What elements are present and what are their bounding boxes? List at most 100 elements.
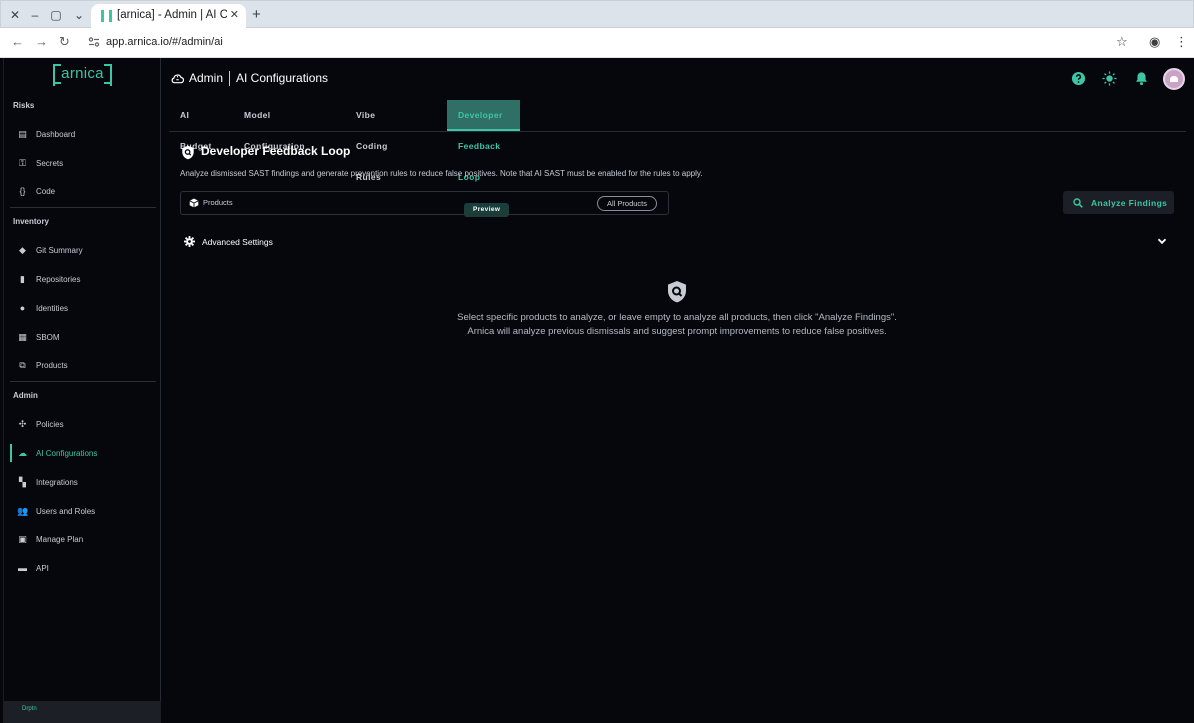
sidebar-item-users-and-roles[interactable]: 👥 Users and Roles: [13, 502, 153, 520]
integrations-icon: ▚: [19, 476, 26, 487]
sidebar-item-label: Git Summary: [36, 245, 83, 255]
site-settings-icon[interactable]: [88, 36, 100, 48]
sidebar-item-repositories[interactable]: ▮ Repositories: [13, 270, 153, 288]
tab-list-icon[interactable]: ⌄: [71, 7, 87, 23]
empty-state-message: Select specific products to analyze, or …: [381, 311, 973, 339]
sidebar-item-ai-configurations[interactable]: ☁ AI Configurations: [10, 444, 150, 462]
title-separator: [229, 71, 230, 86]
sidebar-item-products[interactable]: ⧉ Products: [13, 356, 153, 374]
search-icon: [1073, 197, 1083, 208]
page-title: Admin: [189, 71, 224, 85]
products-icon: ⧉: [19, 359, 26, 370]
sidebar-item-label: SBOM: [36, 332, 60, 342]
sidebar-footer: Drptn: [4, 701, 162, 723]
sidebar-item-code[interactable]: {} Code: [13, 182, 153, 200]
code-icon: {}: [19, 185, 26, 196]
new-tab-icon[interactable]: +: [252, 6, 261, 23]
all-products-chip[interactable]: All Products: [597, 196, 657, 211]
sidebar-item-secrets[interactable]: ⚿ Secrets: [13, 154, 153, 172]
maximize-window-icon[interactable]: ▢: [48, 7, 64, 23]
sidebar-item-manage-plan[interactable]: ▣ Manage Plan: [13, 530, 153, 548]
sidebar-divider: [10, 381, 156, 382]
browser-tab[interactable]: [arnica] - Admin | AI C ✕: [91, 4, 246, 29]
theme-sun-icon[interactable]: [1102, 71, 1117, 86]
sidebar-divider: [10, 207, 156, 208]
git-icon: ◆: [19, 244, 26, 255]
sidebar-item-git-summary[interactable]: ◆ Git Summary: [13, 241, 153, 259]
close-window-icon[interactable]: ✕: [7, 7, 23, 23]
sidebar-section-risks: Risks: [13, 101, 35, 110]
chevron-down-icon[interactable]: [1156, 235, 1168, 247]
empty-state-line-1: Select specific products to analyze, or …: [457, 312, 897, 323]
sidebar-item-label: Identities: [36, 303, 69, 313]
secrets-icon: ⚿: [19, 157, 26, 168]
browser-titlebar: ✕ – ▢ ⌄ [arnica] - Admin | AI C ✕ +: [0, 0, 1194, 29]
sidebar-section-admin: Admin: [13, 391, 38, 400]
sidebar-footer-label[interactable]: Drptn: [22, 706, 37, 712]
sidebar-item-label: Products: [36, 360, 68, 370]
sidebar-item-api[interactable]: ▬ API: [13, 559, 153, 577]
back-icon[interactable]: ←: [11, 34, 24, 49]
user-avatar[interactable]: [1163, 68, 1185, 90]
profile-icon[interactable]: ◉: [1149, 34, 1160, 50]
sidebar-item-label: Manage Plan: [36, 534, 84, 544]
tab-vibe-coding-rules[interactable]: Vibe Coding Rules: [345, 100, 399, 182]
main-content: Admin AI Configurations AI Budget Model …: [161, 58, 1194, 723]
sidebar-item-dashboard[interactable]: ▤ Dashboard: [13, 125, 153, 143]
arnica-favicon-icon: [101, 10, 112, 22]
browser-tab-title: [arnica] - Admin | AI C: [117, 9, 227, 21]
sidebar-item-label: AI Configurations: [36, 448, 98, 458]
sbom-icon: ▦: [18, 331, 27, 342]
analyze-findings-label: Analyze Findings: [1091, 197, 1168, 208]
gear-icon: [184, 236, 195, 247]
section-title: Developer Feedback Loop: [201, 144, 351, 158]
browser-menu-icon[interactable]: ⋮: [1175, 34, 1188, 50]
users-icon: 👥: [17, 505, 29, 516]
person-icon: ●: [19, 302, 26, 313]
minimize-window-icon[interactable]: –: [27, 7, 43, 23]
notifications-bell-icon[interactable]: [1134, 71, 1149, 86]
tabs-divider: [169, 131, 1186, 132]
advanced-settings-label: Advanced Settings: [202, 237, 273, 247]
products-label: Products: [203, 198, 233, 207]
sidebar-item-label: Users and Roles: [36, 506, 96, 516]
tab-model-configuration[interactable]: Model Configuration: [233, 100, 316, 151]
products-selector[interactable]: Products All Products: [180, 191, 669, 215]
page-subtitle: AI Configurations: [236, 71, 329, 85]
tab-close-icon[interactable]: ✕: [230, 8, 239, 21]
forward-icon[interactable]: →: [35, 34, 48, 49]
sidebar: arnica Risks ▤ Dashboard ⚿ Secrets {} Co…: [3, 58, 162, 723]
empty-state-line-2: Arnica will analyze previous dismissals …: [467, 326, 887, 337]
sidebar-item-label: Code: [36, 186, 56, 196]
sidebar-item-integrations[interactable]: ▚ Integrations: [13, 473, 153, 491]
section-description: Analyze dismissed SAST findings and gene…: [180, 169, 703, 178]
dashboard-icon: ▤: [18, 128, 27, 139]
policies-icon: ✣: [18, 418, 27, 429]
analyze-findings-button[interactable]: Analyze Findings: [1063, 191, 1174, 214]
sidebar-item-policies[interactable]: ✣ Policies: [13, 415, 153, 433]
reload-icon[interactable]: ↻: [59, 34, 70, 50]
ai-cloud-icon: ☁: [18, 447, 27, 458]
bookmark-star-icon[interactable]: ☆: [1116, 34, 1128, 50]
sidebar-section-inventory: Inventory: [13, 217, 50, 226]
sidebar-item-label: Integrations: [36, 477, 78, 487]
tab-ai-budget[interactable]: AI Budget: [169, 100, 223, 151]
advanced-settings-toggle[interactable]: Advanced Settings: [180, 233, 1179, 251]
ai-cloud-icon: [171, 74, 184, 84]
browser-toolbar: ← → ↻ app.arnica.io/#/admin/ai ☆ ◉ ⋮: [0, 28, 1194, 58]
products-cube-icon: [189, 198, 199, 208]
help-icon[interactable]: [1071, 71, 1086, 86]
sidebar-item-identities[interactable]: ● Identities: [13, 299, 153, 317]
sidebar-item-label: Dashboard: [36, 129, 76, 139]
tab-developer-feedback-loop[interactable]: Developer Feedback LoopPreview: [447, 100, 521, 217]
shield-search-icon: [182, 145, 194, 160]
sidebar-item-sbom[interactable]: ▦ SBOM: [13, 328, 153, 346]
sidebar-item-label: Secrets: [36, 158, 64, 168]
address-bar[interactable]: app.arnica.io/#/admin/ai: [106, 36, 223, 48]
arnica-logo[interactable]: arnica: [53, 64, 112, 86]
shield-search-icon: [668, 281, 686, 303]
sidebar-item-label: Repositories: [36, 274, 81, 284]
sidebar-item-label: API: [36, 563, 49, 573]
repository-icon: ▮: [20, 273, 25, 284]
sidebar-item-label: Policies: [36, 419, 64, 429]
